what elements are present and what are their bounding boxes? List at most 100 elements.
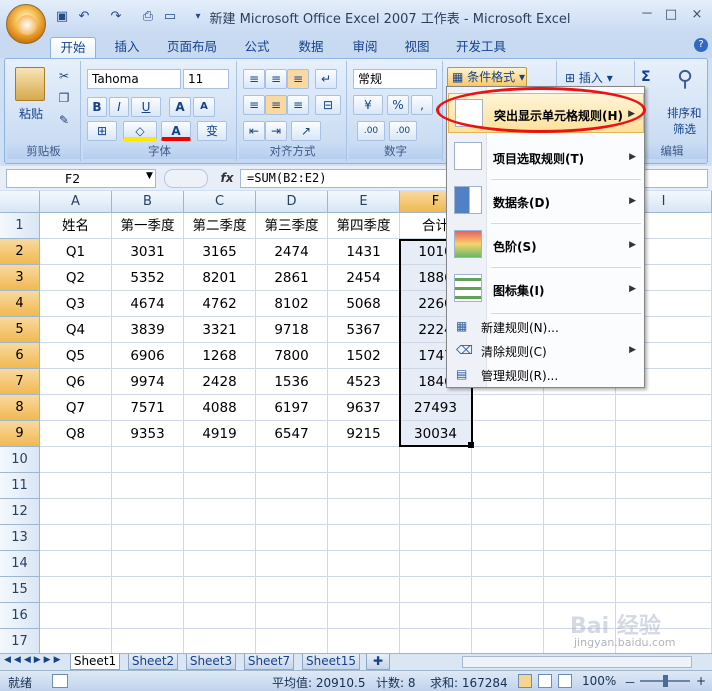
- cell[interactable]: [616, 473, 712, 499]
- underline-button[interactable]: U: [131, 97, 161, 117]
- cell[interactable]: [616, 421, 712, 447]
- italic-button[interactable]: I: [109, 97, 129, 117]
- sheet-tab[interactable]: Sheet15: [302, 654, 360, 670]
- cell[interactable]: [328, 603, 400, 629]
- cell[interactable]: [112, 577, 184, 603]
- formula-bar-splitter[interactable]: [164, 169, 208, 188]
- page-layout-view-icon[interactable]: [538, 674, 552, 688]
- cell[interactable]: [400, 499, 472, 525]
- number-format-select[interactable]: 常规: [353, 69, 437, 89]
- cell[interactable]: [400, 551, 472, 577]
- cell[interactable]: [40, 525, 112, 551]
- undo-icon[interactable]: ↶: [76, 9, 92, 25]
- menu-item-color-scales[interactable]: 色阶(S) ▶: [448, 225, 644, 265]
- cell[interactable]: 4088: [184, 395, 256, 421]
- align-top-button[interactable]: ≡: [243, 69, 265, 89]
- align-right-button[interactable]: ≡: [287, 95, 309, 115]
- cell[interactable]: [256, 551, 328, 577]
- cell[interactable]: 4674: [112, 291, 184, 317]
- cut-icon[interactable]: ✂: [55, 67, 73, 85]
- cell[interactable]: [400, 577, 472, 603]
- cell[interactable]: 2861: [256, 265, 328, 291]
- new-document-icon[interactable]: ▭: [162, 9, 178, 25]
- cell[interactable]: 8102: [256, 291, 328, 317]
- cell[interactable]: 3321: [184, 317, 256, 343]
- menu-item-manage-rules[interactable]: ▤ 管理规则(R)...: [448, 363, 644, 387]
- cell[interactable]: [328, 577, 400, 603]
- cell[interactable]: Q8: [40, 421, 112, 447]
- cell[interactable]: [544, 525, 616, 551]
- decrease-indent-button[interactable]: ⇤: [243, 121, 265, 141]
- horizontal-scrollbar[interactable]: [462, 656, 692, 668]
- row-header[interactable]: 17: [0, 629, 40, 653]
- cell[interactable]: 第三季度: [256, 213, 328, 239]
- fill-color-button[interactable]: ◇: [123, 121, 157, 141]
- tab-home[interactable]: 开始: [50, 37, 96, 58]
- cell[interactable]: 5068: [328, 291, 400, 317]
- cell[interactable]: [472, 629, 544, 653]
- name-box[interactable]: F2: [6, 169, 156, 188]
- fill-handle[interactable]: [468, 442, 474, 448]
- cell[interactable]: [112, 499, 184, 525]
- sort-filter-icon[interactable]: ⚲: [671, 67, 699, 97]
- column-header[interactable]: C: [184, 191, 256, 213]
- macro-record-icon[interactable]: [52, 674, 68, 688]
- normal-view-icon[interactable]: [518, 674, 532, 688]
- row-header[interactable]: 10: [0, 447, 40, 473]
- row-header[interactable]: 13: [0, 525, 40, 551]
- conditional-format-button[interactable]: ▦ 条件格式 ▾: [447, 67, 527, 87]
- sheet-tab[interactable]: Sheet2: [128, 654, 178, 670]
- menu-item-data-bars[interactable]: 数据条(D) ▶: [448, 181, 644, 221]
- cell[interactable]: [472, 421, 544, 447]
- autosum-icon[interactable]: Σ: [641, 69, 651, 85]
- cell[interactable]: [472, 603, 544, 629]
- cell[interactable]: [616, 525, 712, 551]
- cell[interactable]: [256, 499, 328, 525]
- grow-font-button[interactable]: A: [169, 97, 191, 117]
- increase-indent-button[interactable]: ⇥: [265, 121, 287, 141]
- cell[interactable]: [400, 629, 472, 653]
- row-header[interactable]: 1: [0, 213, 40, 239]
- cell[interactable]: 9718: [256, 317, 328, 343]
- cell[interactable]: [544, 473, 616, 499]
- align-left-button[interactable]: ≡: [243, 95, 265, 115]
- cell[interactable]: Q1: [40, 239, 112, 265]
- cell[interactable]: [184, 499, 256, 525]
- bold-button[interactable]: B: [87, 97, 107, 117]
- currency-button[interactable]: ¥: [353, 95, 383, 115]
- cell[interactable]: [256, 629, 328, 653]
- cell[interactable]: [328, 629, 400, 653]
- cell[interactable]: [40, 551, 112, 577]
- decrease-decimal-button[interactable]: .00: [389, 121, 417, 141]
- cell[interactable]: 1502: [328, 343, 400, 369]
- paste-label[interactable]: 粘贴: [11, 105, 51, 122]
- cell[interactable]: 9637: [328, 395, 400, 421]
- cell[interactable]: [40, 447, 112, 473]
- row-header[interactable]: 8: [0, 395, 40, 421]
- cell[interactable]: Q5: [40, 343, 112, 369]
- row-header[interactable]: 11: [0, 473, 40, 499]
- row-header[interactable]: 6: [0, 343, 40, 369]
- cell[interactable]: [184, 629, 256, 653]
- cell[interactable]: 第二季度: [184, 213, 256, 239]
- cell[interactable]: [184, 447, 256, 473]
- format-painter-icon[interactable]: ✎: [55, 111, 73, 129]
- tab-developer[interactable]: 开发工具: [448, 37, 514, 58]
- cell[interactable]: [616, 447, 712, 473]
- select-all-corner[interactable]: [0, 191, 40, 213]
- row-header[interactable]: 2: [0, 239, 40, 265]
- cell[interactable]: [544, 447, 616, 473]
- row-header[interactable]: 3: [0, 265, 40, 291]
- cell[interactable]: [112, 525, 184, 551]
- align-middle-button[interactable]: ≡: [265, 69, 287, 89]
- wrap-text-button[interactable]: ↵: [315, 69, 337, 89]
- column-header[interactable]: D: [256, 191, 328, 213]
- shrink-font-button[interactable]: A: [193, 97, 215, 117]
- cell[interactable]: 1268: [184, 343, 256, 369]
- cell[interactable]: 1431: [328, 239, 400, 265]
- cell[interactable]: 2428: [184, 369, 256, 395]
- row-header[interactable]: 5: [0, 317, 40, 343]
- cell[interactable]: [112, 629, 184, 653]
- cell[interactable]: [328, 447, 400, 473]
- zoom-out-button[interactable]: －: [624, 674, 636, 691]
